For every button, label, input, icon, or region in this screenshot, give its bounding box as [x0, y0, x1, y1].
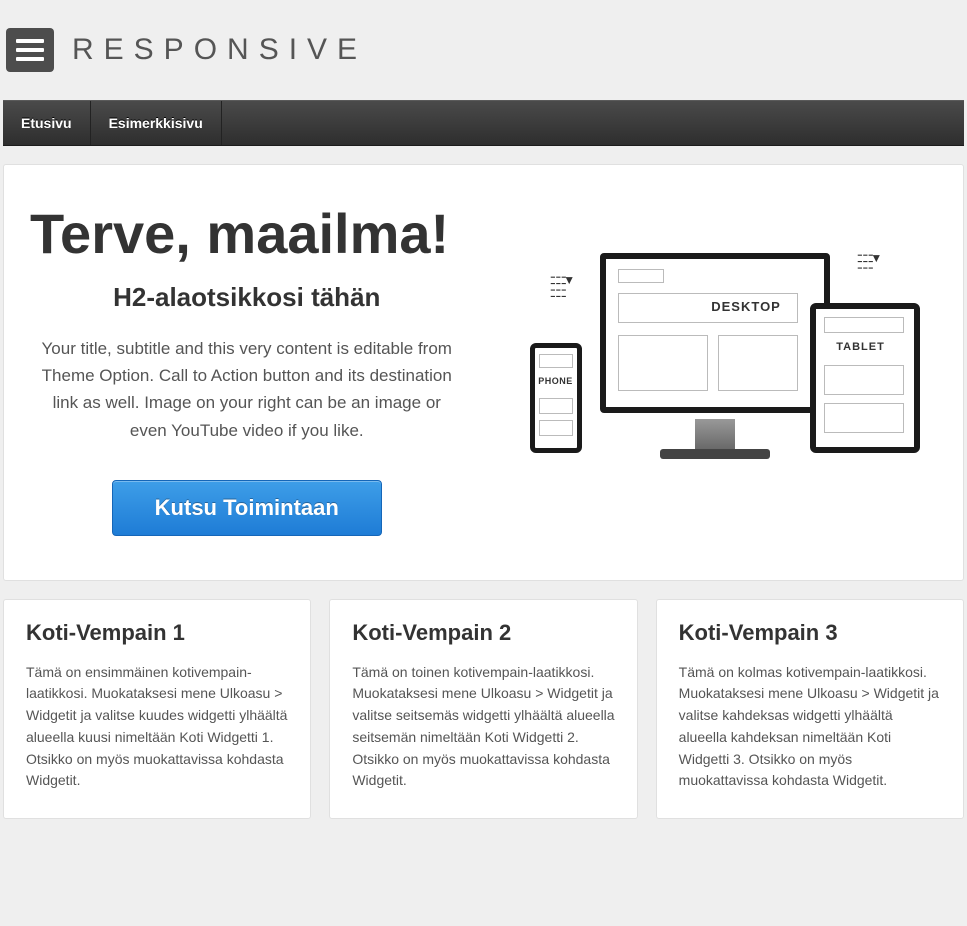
site-header: RESPONSIVE	[0, 0, 967, 100]
widget-title: Koti-Vempain 2	[352, 620, 614, 646]
hero-text-column: Terve, maailma! H2-alaotsikkosi tähän Yo…	[30, 201, 464, 536]
tablet-icon: TABLET	[810, 303, 920, 453]
arrow-down-icon: ┆┆┆┆	[550, 273, 573, 299]
hero-section: Terve, maailma! H2-alaotsikkosi tähän Yo…	[3, 164, 964, 581]
monitor-base-icon	[660, 449, 770, 459]
cta-button[interactable]: Kutsu Toimintaan	[112, 480, 382, 536]
arrow-down-icon: ┆┆┆	[857, 251, 880, 270]
nav-item-esimerkkisivu[interactable]: Esimerkkisivu	[91, 101, 222, 145]
primary-nav: Etusivu Esimerkkisivu	[3, 100, 964, 146]
site-logo[interactable]: RESPONSIVE	[72, 33, 367, 67]
hero-body-text: Your title, subtitle and this very conte…	[30, 335, 464, 444]
desktop-monitor-icon: DESKTOP	[600, 253, 830, 413]
widget-body: Tämä on toinen kotivempain-laatikkosi. M…	[352, 662, 614, 792]
tablet-label: TABLET	[836, 341, 885, 353]
phone-label: PHONE	[538, 376, 573, 386]
widget-body: Tämä on kolmas kotivempain-laatikkosi. M…	[679, 662, 941, 792]
monitor-stand-icon	[695, 419, 735, 451]
desktop-label: DESKTOP	[711, 299, 781, 314]
home-widget-1: Koti-Vempain 1 Tämä on ensimmäinen kotiv…	[3, 599, 311, 819]
hero-title: Terve, maailma!	[30, 201, 464, 266]
hamburger-bar-icon	[16, 39, 44, 43]
nav-item-etusivu[interactable]: Etusivu	[3, 101, 91, 145]
home-widget-2: Koti-Vempain 2 Tämä on toinen kotivempai…	[329, 599, 637, 819]
hamburger-menu-button[interactable]	[6, 28, 54, 72]
hero-image-column: ┆┆┆┆ ┆┆┆ DESKTOP TABLET PHONE	[504, 201, 938, 536]
footer-spacer	[0, 819, 967, 849]
hamburger-bar-icon	[16, 48, 44, 52]
widget-body: Tämä on ensimmäinen kotivempain-laatikko…	[26, 662, 288, 792]
hamburger-bar-icon	[16, 57, 44, 61]
responsive-devices-illustration: ┆┆┆┆ ┆┆┆ DESKTOP TABLET PHONE	[520, 243, 920, 493]
home-widgets-row: Koti-Vempain 1 Tämä on ensimmäinen kotiv…	[3, 599, 964, 819]
widget-title: Koti-Vempain 3	[679, 620, 941, 646]
widget-title: Koti-Vempain 1	[26, 620, 288, 646]
hero-subtitle: H2-alaotsikkosi tähän	[30, 282, 464, 313]
home-widget-3: Koti-Vempain 3 Tämä on kolmas kotivempai…	[656, 599, 964, 819]
phone-icon: PHONE	[530, 343, 582, 453]
